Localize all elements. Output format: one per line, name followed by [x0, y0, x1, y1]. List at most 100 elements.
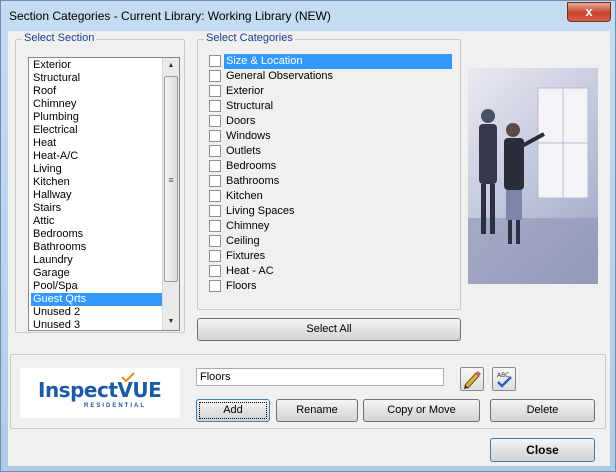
- section-list-item[interactable]: Exterior: [31, 59, 71, 72]
- logo-word-main: Inspect: [38, 378, 118, 402]
- section-list-item[interactable]: Bedrooms: [31, 228, 83, 241]
- checkbox[interactable]: [209, 115, 221, 127]
- add-button-label: Add: [223, 404, 243, 416]
- add-button[interactable]: Add: [196, 399, 270, 422]
- section-list-item[interactable]: Electrical: [31, 124, 78, 137]
- logo-wordmark: InspectVUE: [38, 378, 162, 402]
- category-label: Outlets: [226, 145, 261, 157]
- checkbox[interactable]: [209, 205, 221, 217]
- select-section-group: Select Section Exterior Structural Roof Chi…: [15, 32, 185, 333]
- title-bar[interactable]: Section Categories - Current Library: Wo…: [1, 1, 615, 31]
- checkbox[interactable]: [209, 265, 221, 277]
- category-name-input[interactable]: Floors: [196, 368, 444, 386]
- section-list-item[interactable]: Heat: [31, 137, 56, 150]
- category-checkbox-row[interactable]: Size & Location: [200, 54, 458, 69]
- category-checkbox-row[interactable]: Structural: [200, 99, 458, 114]
- section-list-item[interactable]: Plumbing: [31, 111, 79, 124]
- people-illustration: [468, 87, 598, 284]
- category-checkbox-row[interactable]: Fixtures: [200, 249, 458, 264]
- category-label: Fixtures: [226, 250, 266, 262]
- scroll-thumb[interactable]: ≡: [164, 76, 178, 282]
- section-list-item[interactable]: Hallway: [31, 189, 72, 202]
- category-label: Living Spaces: [226, 205, 295, 217]
- section-list-item[interactable]: Kitchen: [31, 176, 70, 189]
- section-list-item[interactable]: Garage: [31, 267, 70, 280]
- section-list-item[interactable]: Unused 3: [31, 319, 80, 330]
- checkbox[interactable]: [209, 250, 221, 262]
- category-checkbox-row[interactable]: Windows: [200, 129, 458, 144]
- section-list-item[interactable]: Heat-A/C: [31, 150, 78, 163]
- section-list-item[interactable]: Structural: [31, 72, 80, 85]
- section-list-item[interactable]: Roof: [31, 85, 56, 98]
- section-list-item[interactable]: Laundry: [31, 254, 73, 267]
- checkbox[interactable]: [209, 85, 221, 97]
- section-list-item[interactable]: Living: [31, 163, 62, 176]
- spell-check-icon: ABC: [497, 372, 512, 388]
- select-section-legend: Select Section: [22, 32, 97, 44]
- category-label: Exterior: [226, 85, 264, 97]
- close-button-label: Close: [526, 443, 559, 457]
- copy-or-move-button[interactable]: Copy or Move: [363, 399, 480, 422]
- window-close-button[interactable]: x: [567, 2, 611, 22]
- category-checkbox-row[interactable]: Ceiling: [200, 234, 458, 249]
- section-list-item[interactable]: Pool/Spa: [31, 280, 78, 293]
- checkbox[interactable]: [209, 280, 221, 292]
- category-label: Windows: [226, 130, 271, 142]
- select-all-button[interactable]: Select All: [197, 318, 461, 341]
- checkbox[interactable]: [209, 100, 221, 112]
- scroll-up-arrow-icon[interactable]: ▲: [163, 58, 179, 74]
- section-list-item[interactable]: Guest Qrts: [31, 293, 163, 306]
- section-categories-window: Section Categories - Current Library: Wo…: [0, 0, 616, 472]
- category-label: Doors: [226, 115, 256, 127]
- select-categories-group: Select Categories Size & Location General…: [197, 32, 461, 310]
- category-checkbox-row[interactable]: Living Spaces: [200, 204, 458, 219]
- inspection-photo: [468, 68, 598, 284]
- category-checkbox-row[interactable]: General Observations: [200, 69, 458, 84]
- category-checkbox-row[interactable]: Chimney: [200, 219, 458, 234]
- checkbox[interactable]: [209, 70, 221, 82]
- category-checkbox-row[interactable]: Floors: [200, 279, 458, 294]
- section-list-item[interactable]: Chimney: [31, 98, 76, 111]
- category-checkbox-row[interactable]: Bathrooms: [200, 174, 458, 189]
- section-list-item[interactable]: Stairs: [31, 202, 61, 215]
- category-label: Bathrooms: [226, 175, 280, 187]
- category-label: Floors: [226, 280, 257, 292]
- category-checkbox-row[interactable]: Kitchen: [200, 189, 458, 204]
- category-label: Structural: [226, 100, 274, 112]
- checkbox[interactable]: [209, 190, 221, 202]
- checkbox[interactable]: [209, 160, 221, 172]
- window-title: Section Categories - Current Library: Wo…: [9, 9, 331, 23]
- section-list-item[interactable]: Attic: [31, 215, 54, 228]
- section-list-item[interactable]: Unused 2: [31, 306, 80, 319]
- spell-check-button[interactable]: ABC: [492, 367, 516, 391]
- category-label: Chimney: [226, 220, 270, 232]
- delete-button[interactable]: Delete: [490, 399, 595, 422]
- edit-category-button[interactable]: [460, 367, 484, 391]
- category-checkbox-row[interactable]: Bedrooms: [200, 159, 458, 174]
- rename-button[interactable]: Rename: [276, 399, 358, 422]
- logo-checkmark-icon: [121, 372, 135, 382]
- category-checkbox-row[interactable]: Heat - AC: [200, 264, 458, 279]
- category-label: General Observations: [226, 70, 333, 82]
- checkbox[interactable]: [209, 235, 221, 247]
- category-checkbox-row[interactable]: Exterior: [200, 84, 458, 99]
- category-checkbox-row[interactable]: Doors: [200, 114, 458, 129]
- category-label: Bedrooms: [226, 160, 277, 172]
- spell-check-icon-text: ABC: [497, 372, 509, 379]
- checkbox[interactable]: [209, 130, 221, 142]
- checkbox[interactable]: [209, 175, 221, 187]
- category-checkbox-row[interactable]: Outlets: [200, 144, 458, 159]
- category-label: Heat - AC: [226, 265, 274, 277]
- close-button[interactable]: Close: [490, 438, 595, 462]
- checkbox[interactable]: [209, 145, 221, 157]
- checkbox[interactable]: [209, 55, 221, 67]
- categories-checklist: Size & Location General Observations Exter…: [198, 54, 460, 309]
- section-list-scrollbar[interactable]: ▲ ≡ ▼: [162, 58, 179, 330]
- scroll-down-arrow-icon[interactable]: ▼: [163, 314, 179, 330]
- category-label: Size & Location: [224, 54, 452, 69]
- section-listbox[interactable]: Exterior Structural Roof Chimney Plumbing Ele…: [28, 57, 180, 331]
- checkbox[interactable]: [209, 220, 221, 232]
- pencil-edit-icon: [464, 371, 481, 389]
- inspectvue-logo: InspectVUE RESIDENTIAL: [20, 368, 180, 418]
- section-list-item[interactable]: Bathrooms: [31, 241, 86, 254]
